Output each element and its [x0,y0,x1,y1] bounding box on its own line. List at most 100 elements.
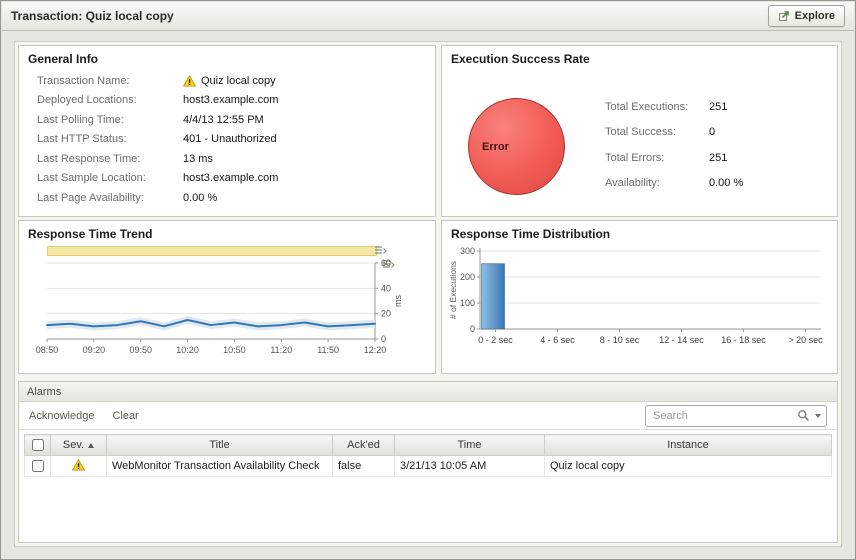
general-info-panel: General Info Transaction Name: Quiz loca… [18,45,436,217]
info-value: 4/4/13 12:55 PM [183,114,264,126]
alarm-title-cell[interactable]: WebMonitor Transaction Availability Chec… [107,456,333,477]
svg-text:10:20: 10:20 [176,345,199,355]
execution-title: Execution Success Rate [442,46,837,69]
search-icon[interactable] [797,409,810,422]
column-header-acked[interactable]: Ack'ed [333,435,395,456]
info-value-text: Quiz local copy [201,75,276,87]
distribution-bar-chart: 01002003000 - 2 sec4 - 6 sec8 - 10 sec12… [446,245,842,369]
stat-label: Availability: [605,177,709,189]
acknowledge-button[interactable]: Acknowledge [29,410,94,422]
alarm-row-checkbox[interactable] [32,460,44,472]
stat-label: Total Success: [605,126,709,138]
info-row-deployed-locations: Deployed Locations: host3.example.com [19,91,435,111]
alarms-title: Alarms [27,386,61,398]
info-row-last-response-time: Last Response Time: 13 ms [19,149,435,169]
threshold-band [47,246,377,256]
info-value: 0.00 % [183,192,217,204]
title-bar: Transaction: Quiz local copy Explore [2,2,854,31]
column-header-title[interactable]: Title [107,435,333,456]
svg-text:12:20: 12:20 [364,345,387,355]
response-time-distribution-panel: Response Time Distribution 01002003000 -… [441,220,838,374]
stat-total-errors: Total Errors: 251 [605,145,743,171]
alarm-select-cell[interactable] [25,456,51,477]
alarms-panel-header: Alarms [19,382,837,402]
stat-availability: Availability: 0.00 % [605,171,743,197]
stat-label: Total Executions: [605,101,709,113]
select-all-checkbox[interactable] [32,439,44,451]
sort-ascending-icon [88,443,94,448]
distribution-title: Response Time Distribution [442,221,837,244]
info-value: 13 ms [183,153,213,165]
svg-text:11:20: 11:20 [270,345,292,355]
svg-text:8 - 10 sec: 8 - 10 sec [600,335,640,345]
svg-text:> 20 sec: > 20 sec [788,335,823,345]
info-row-last-http-status: Last HTTP Status: 401 - Unauthorized [19,130,435,150]
alarm-row[interactable]: WebMonitor Transaction Availability Chec… [25,456,832,477]
svg-text:4 - 6 sec: 4 - 6 sec [540,335,575,345]
trend-line-chart: 020406008:5009:2009:5010:2010:5011:2011:… [27,257,427,369]
svg-text:# of Executions: # of Executions [448,261,458,319]
alarm-instance-cell[interactable]: Quiz local copy [545,456,832,477]
info-value: Quiz local copy [183,75,276,87]
search-box[interactable] [645,405,827,427]
svg-text:200: 200 [460,272,475,282]
alarm-time-cell[interactable]: 3/21/13 10:05 AM [395,456,545,477]
stat-value: 0.00 % [709,177,743,189]
alarms-panel: Alarms Acknowledge Clear Sev. Title [18,381,838,543]
explore-icon [778,10,790,22]
svg-text:09:20: 09:20 [83,345,106,355]
warning-icon [72,459,85,471]
column-header-instance[interactable]: Instance [545,435,832,456]
clear-button[interactable]: Clear [112,410,138,422]
svg-text:60: 60 [381,258,391,268]
info-label: Deployed Locations: [37,94,183,106]
explore-button[interactable]: Explore [768,5,845,27]
dashboard-window: Transaction: Quiz local copy Explore Gen… [0,0,856,560]
info-value: 401 - Unauthorized [183,133,277,145]
info-row-last-sample-location: Last Sample Location: host3.example.com [19,169,435,189]
svg-text:16 - 18 sec: 16 - 18 sec [721,335,766,345]
general-info-list: Transaction Name: Quiz local copy Deploy… [19,71,435,208]
search-input[interactable] [651,409,797,423]
general-info-title: General Info [19,46,435,69]
page-title: Transaction: Quiz local copy [11,9,174,23]
svg-text:0: 0 [470,324,475,334]
select-all-header[interactable] [25,435,51,456]
stat-label: Total Errors: [605,152,709,164]
alarms-toolbar: Acknowledge Clear [19,402,837,430]
distribution-chart: 01002003000 - 2 sec4 - 6 sec8 - 10 sec12… [446,245,842,369]
svg-text:40: 40 [381,283,391,293]
svg-text:20: 20 [381,309,391,319]
error-pie-chart[interactable]: Error [468,98,565,195]
column-header-time[interactable]: Time [395,435,545,456]
stat-value: 251 [709,101,727,113]
info-row-last-page-availability: Last Page Availability: 0.00 % [19,188,435,208]
info-value: host3.example.com [183,172,278,184]
column-header-severity[interactable]: Sev. [51,435,107,456]
search-options-dropdown-icon[interactable] [815,414,821,418]
stat-value: 251 [709,152,727,164]
alarm-acked-cell[interactable]: false [333,456,395,477]
svg-text:100: 100 [460,298,475,308]
dashboard-content: General Info Transaction Name: Quiz loca… [14,41,842,547]
execution-stats: Total Executions: 251 Total Success: 0 T… [605,94,743,196]
svg-text:12 - 14 sec: 12 - 14 sec [659,335,704,345]
stat-total-success: Total Success: 0 [605,120,743,146]
chart-menu-icon[interactable] [374,245,387,256]
svg-text:08:50: 08:50 [36,345,59,355]
svg-text:0 - 2 sec: 0 - 2 sec [478,335,513,345]
alarms-header-row: Sev. Title Ack'ed Time Instance [25,435,832,456]
alarms-table: Sev. Title Ack'ed Time Instance WebMonit… [24,434,832,477]
info-row-last-polling-time: Last Polling Time: 4/4/13 12:55 PM [19,110,435,130]
pie-slice-label: Error [482,141,509,153]
info-label: Last Sample Location: [37,172,183,184]
execution-success-rate-panel: Execution Success Rate Error Total Execu… [441,45,838,217]
svg-text:09:50: 09:50 [129,345,152,355]
svg-text:0: 0 [381,334,386,344]
severity-header-label: Sev. [63,439,84,451]
warning-icon [183,75,196,87]
svg-text:11:50: 11:50 [317,345,339,355]
stat-total-executions: Total Executions: 251 [605,94,743,120]
info-label: Last Page Availability: [37,192,183,204]
svg-text:ms: ms [393,295,403,307]
